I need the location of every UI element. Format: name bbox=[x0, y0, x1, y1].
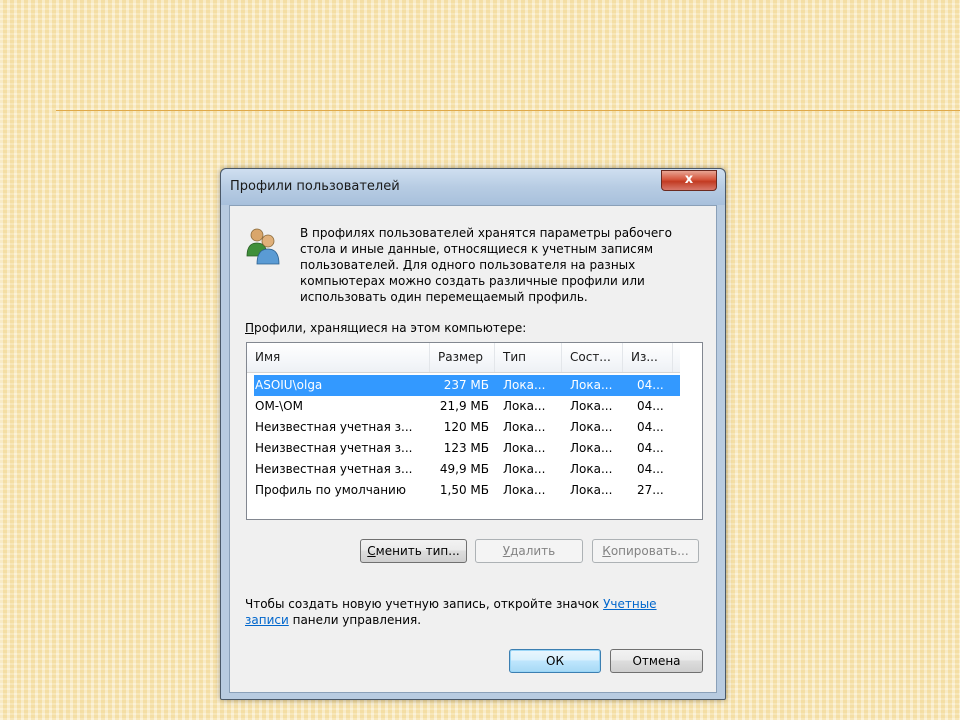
profiles-list[interactable]: Имя Размер Тип Сост... Из... ASOIU\olga … bbox=[246, 342, 703, 520]
table-row[interactable]: Неизвестная учетная з... 123 МБ Лока... … bbox=[254, 438, 680, 459]
cell-name: Неизвестная учетная з... bbox=[255, 420, 413, 434]
list-label-text: рофили, хранящиеся на этом компьютере: bbox=[254, 321, 527, 335]
cell-size: 123 МБ bbox=[443, 441, 489, 455]
close-button[interactable]: x bbox=[661, 170, 717, 191]
table-row[interactable]: OM-\OM 21,9 МБ Лока... Лока... 04... bbox=[254, 396, 680, 417]
cell-size: 49,9 МБ bbox=[439, 462, 489, 476]
delete-button[interactable]: Удалить bbox=[475, 539, 583, 563]
cell-size: 237 МБ bbox=[443, 378, 489, 392]
cell-size: 21,9 МБ bbox=[439, 399, 489, 413]
cell-size: 120 МБ bbox=[443, 420, 489, 434]
cell-type: Лока... bbox=[503, 399, 546, 413]
footer-text-after: панели управления. bbox=[288, 613, 422, 627]
cell-type: Лока... bbox=[503, 462, 546, 476]
delete-label: далить bbox=[510, 544, 556, 558]
cell-name: Неизвестная учетная з... bbox=[255, 462, 413, 476]
cell-name: ASOIU\olga bbox=[255, 378, 323, 392]
cell-type: Лока... bbox=[503, 420, 546, 434]
change-type-button[interactable]: Сменить тип... bbox=[360, 539, 467, 563]
close-icon: x bbox=[684, 172, 694, 187]
table-row[interactable]: ASOIU\olga 237 МБ Лока... Лока... 04... bbox=[254, 375, 680, 396]
cell-status: Лока... bbox=[570, 378, 613, 392]
cell-size: 1,50 МБ bbox=[439, 483, 489, 497]
column-header-name[interactable]: Имя bbox=[247, 343, 430, 372]
column-header-type[interactable]: Тип bbox=[495, 343, 562, 372]
cell-modified: 04... bbox=[637, 441, 664, 455]
cell-modified: 04... bbox=[637, 378, 664, 392]
cell-status: Лока... bbox=[570, 399, 613, 413]
cell-type: Лока... bbox=[503, 441, 546, 455]
list-header: Имя Размер Тип Сост... Из... bbox=[247, 343, 680, 373]
title-bar[interactable]: Профили пользователей x bbox=[221, 169, 725, 205]
cell-type: Лока... bbox=[503, 483, 546, 497]
cell-status: Лока... bbox=[570, 483, 613, 497]
table-row[interactable]: Профиль по умолчанию 1,50 МБ Лока... Лок… bbox=[254, 480, 680, 501]
user-profiles-dialog: Профили пользователей x В профилях польз… bbox=[220, 168, 726, 700]
slide-divider-line bbox=[56, 110, 960, 111]
cell-status: Лока... bbox=[570, 462, 613, 476]
cell-status: Лока... bbox=[570, 420, 613, 434]
copy-button[interactable]: Копировать... bbox=[592, 539, 699, 563]
cell-name: Неизвестная учетная з... bbox=[255, 441, 413, 455]
column-header-status[interactable]: Сост... bbox=[562, 343, 623, 372]
change-type-label: менить тип... bbox=[375, 544, 460, 558]
change-type-accel: С bbox=[367, 544, 376, 558]
table-row[interactable]: Неизвестная учетная з... 120 МБ Лока... … bbox=[254, 417, 680, 438]
cell-modified: 27... bbox=[637, 483, 664, 497]
cell-modified: 04... bbox=[637, 399, 664, 413]
ok-button[interactable]: ОК bbox=[509, 649, 601, 673]
cell-name: OM-\OM bbox=[255, 399, 303, 413]
copy-accel: К bbox=[602, 544, 611, 558]
footer-text: Чтобы создать новую учетную запись, откр… bbox=[245, 596, 695, 628]
cell-type: Лока... bbox=[503, 378, 546, 392]
cell-name: Профиль по умолчанию bbox=[255, 483, 406, 497]
profiles-list-label: Профили, хранящиеся на этом компьютере: bbox=[245, 321, 526, 335]
cell-status: Лока... bbox=[570, 441, 613, 455]
delete-accel: У bbox=[502, 544, 511, 558]
cancel-button[interactable]: Отмена bbox=[610, 649, 703, 673]
users-icon bbox=[246, 228, 280, 265]
cell-modified: 04... bbox=[637, 420, 664, 434]
column-header-size[interactable]: Размер bbox=[430, 343, 495, 372]
cell-modified: 04... bbox=[637, 462, 664, 476]
table-row[interactable]: Неизвестная учетная з... 49,9 МБ Лока...… bbox=[254, 459, 680, 480]
dialog-title: Профили пользователей bbox=[230, 179, 400, 194]
footer-text-before: Чтобы создать новую учетную запись, откр… bbox=[245, 597, 604, 611]
copy-label: опировать... bbox=[610, 544, 689, 558]
intro-text: В профилях пользователей хранятся параме… bbox=[300, 226, 672, 304]
dialog-client-area: В профилях пользователей хранятся параме… bbox=[229, 205, 717, 693]
column-header-modified[interactable]: Из... bbox=[623, 343, 673, 372]
list-label-accel: П bbox=[245, 321, 255, 335]
